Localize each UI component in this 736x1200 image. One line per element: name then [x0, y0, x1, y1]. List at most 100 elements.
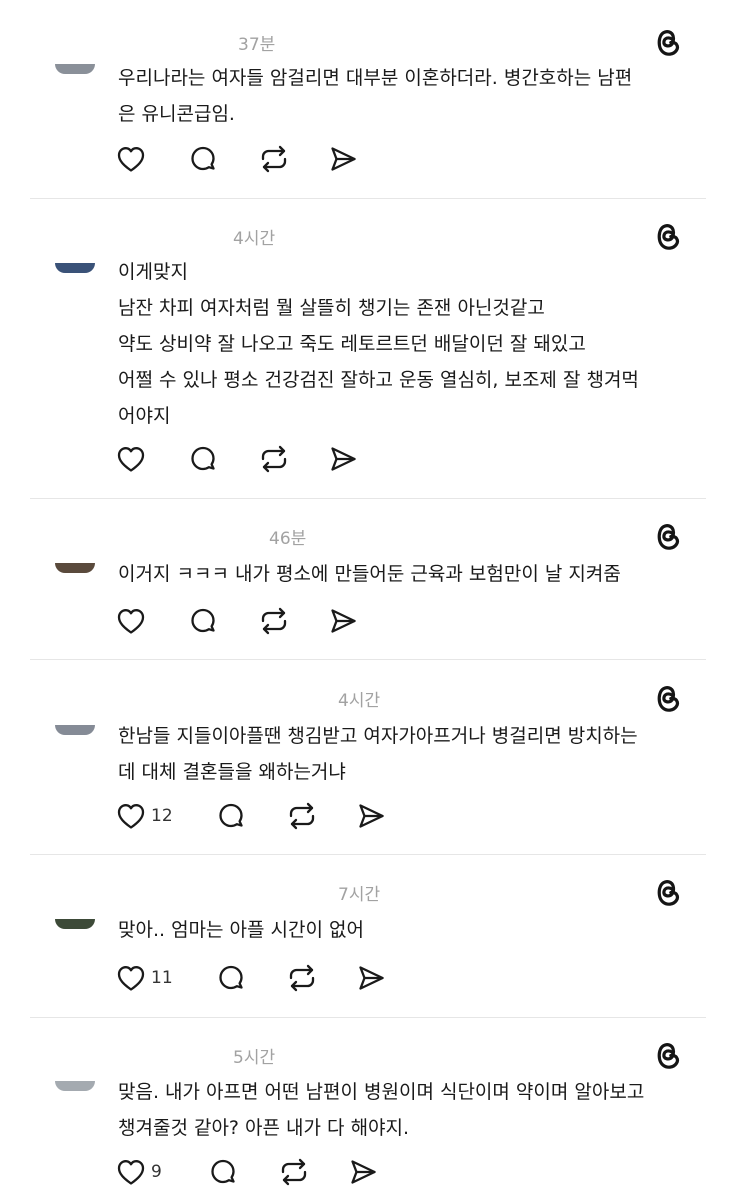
reply-button[interactable] [216, 962, 286, 994]
post-text: 맞아.. 엄마는 아플 시간이 없어 [118, 912, 693, 948]
threads-logo-icon[interactable] [654, 683, 684, 715]
action-bar: 12 [116, 800, 396, 832]
avatar-fill [55, 64, 95, 74]
like-count: 12 [151, 806, 173, 826]
divider [30, 1017, 706, 1018]
avatar[interactable] [55, 919, 95, 929]
action-bar: 11 [116, 962, 396, 994]
repost-button[interactable] [286, 962, 356, 994]
share-button[interactable] [328, 605, 368, 637]
post-timestamp: 5시간 [233, 1048, 276, 1068]
avatar[interactable] [55, 563, 95, 573]
comment-bubble-icon [211, 1159, 235, 1184]
heart-icon [117, 447, 145, 472]
threads-logo-icon[interactable] [654, 1040, 684, 1072]
post-text-line: 어야지 [118, 405, 171, 427]
post-text: 우리나라는 여자들 암걸리면 대부분 이혼하더라. 병간호하는 남편 은 유니콘… [118, 60, 693, 132]
like-button[interactable] [116, 143, 188, 175]
share-button[interactable] [328, 143, 368, 175]
post-timestamp: 37분 [238, 35, 276, 55]
action-bar [116, 143, 368, 175]
like-button[interactable]: 12 [116, 800, 216, 832]
avatar-fill [55, 1081, 95, 1091]
repost-icon [289, 964, 315, 992]
repost-icon [261, 145, 287, 173]
like-button[interactable]: 9 [116, 1156, 208, 1188]
repost-button[interactable] [258, 443, 328, 475]
post-timestamp: 46분 [269, 529, 307, 549]
reply-button[interactable] [188, 143, 258, 175]
comment-bubble-icon [219, 965, 243, 990]
heart-icon [117, 966, 145, 991]
post-text-line: 이게맞지 [118, 261, 188, 283]
heart-icon [117, 609, 145, 634]
avatar[interactable] [55, 1081, 95, 1091]
divider [30, 498, 706, 499]
share-button[interactable] [356, 962, 396, 994]
post-text-line: 은 유니콘급임. [118, 103, 235, 125]
divider [30, 659, 706, 660]
post-text: 이거지 ㅋㅋㅋ 내가 평소에 만들어둔 근육과 보험만이 날 지켜줌 [118, 556, 693, 592]
like-button[interactable]: 11 [116, 962, 216, 994]
post-text-line: 한남들 지들이아플땐 챙김받고 여자가아프거나 병걸리면 방치하는 [118, 725, 638, 747]
threads-logo-icon[interactable] [654, 221, 684, 253]
heart-icon [117, 804, 145, 829]
threads-logo-icon[interactable] [654, 877, 684, 909]
send-icon [331, 609, 356, 633]
repost-button[interactable] [258, 143, 328, 175]
repost-icon [261, 445, 287, 473]
post-text-line: 어쩔 수 있나 평소 건강검진 잘하고 운동 열심히, 보조제 잘 챙겨먹 [118, 369, 639, 391]
post-text-line: 남잔 차피 여자처럼 뭘 살뜰히 챙기는 존잰 아닌것같고 [118, 297, 545, 319]
post-text-line: 맞아.. 엄마는 아플 시간이 없어 [118, 919, 364, 941]
like-count: 11 [151, 968, 173, 988]
post-text: 한남들 지들이아플땐 챙김받고 여자가아프거나 병걸리면 방치하는 데 대체 결… [118, 718, 693, 790]
like-button[interactable] [116, 443, 188, 475]
repost-button[interactable] [286, 800, 356, 832]
action-bar [116, 605, 368, 637]
send-icon [331, 147, 356, 171]
post-text-line: 챙겨줄것 같아? 아픈 내가 다 해야지. [118, 1117, 410, 1139]
repost-button[interactable] [258, 605, 328, 637]
post-text: 맞음. 내가 아프면 어떤 남편이 병원이며 식단이며 약이며 알아보고 챙겨줄… [118, 1074, 693, 1146]
post-text-line: 맞음. 내가 아프면 어떤 남편이 병원이며 식단이며 약이며 알아보고 [118, 1081, 645, 1103]
divider [30, 854, 706, 855]
avatar[interactable] [55, 64, 95, 74]
reply-button[interactable] [188, 443, 258, 475]
post-timestamp: 4시간 [233, 229, 276, 249]
send-icon [359, 966, 384, 990]
post-timestamp: 7시간 [338, 885, 381, 905]
reply-button[interactable] [208, 1156, 278, 1188]
comment-bubble-icon [191, 608, 215, 633]
action-bar: 9 [116, 1156, 388, 1188]
avatar[interactable] [55, 725, 95, 735]
like-count: 9 [151, 1162, 162, 1182]
post-text: 이게맞지 남잔 차피 여자처럼 뭘 살뜰히 챙기는 존잰 아닌것같고 약도 상비… [118, 254, 693, 434]
send-icon [359, 804, 384, 828]
divider [30, 198, 706, 199]
post-text-line: 우리나라는 여자들 암걸리면 대부분 이혼하더라. 병간호하는 남편 [118, 67, 633, 89]
share-button[interactable] [356, 800, 396, 832]
share-button[interactable] [328, 443, 368, 475]
comment-bubble-icon [219, 803, 243, 828]
threads-logo-icon[interactable] [654, 27, 684, 59]
post-timestamp: 4시간 [338, 691, 381, 711]
post-text-line: 데 대체 결혼들을 왜하는거냐 [118, 761, 346, 783]
reply-button[interactable] [188, 605, 258, 637]
avatar-fill [55, 263, 95, 273]
repost-button[interactable] [278, 1156, 348, 1188]
post-text-line: 이거지 ㅋㅋㅋ 내가 평소에 만들어둔 근육과 보험만이 날 지켜줌 [118, 563, 621, 585]
reply-button[interactable] [216, 800, 286, 832]
avatar[interactable] [55, 263, 95, 273]
send-icon [351, 1160, 376, 1184]
avatar-fill [55, 725, 95, 735]
share-button[interactable] [348, 1156, 388, 1188]
avatar-fill [55, 919, 95, 929]
comment-bubble-icon [191, 146, 215, 171]
threads-logo-icon[interactable] [654, 521, 684, 553]
avatar-fill [55, 563, 95, 573]
heart-icon [117, 147, 145, 172]
action-bar [116, 443, 368, 475]
like-button[interactable] [116, 605, 188, 637]
send-icon [331, 447, 356, 471]
repost-icon [289, 802, 315, 830]
